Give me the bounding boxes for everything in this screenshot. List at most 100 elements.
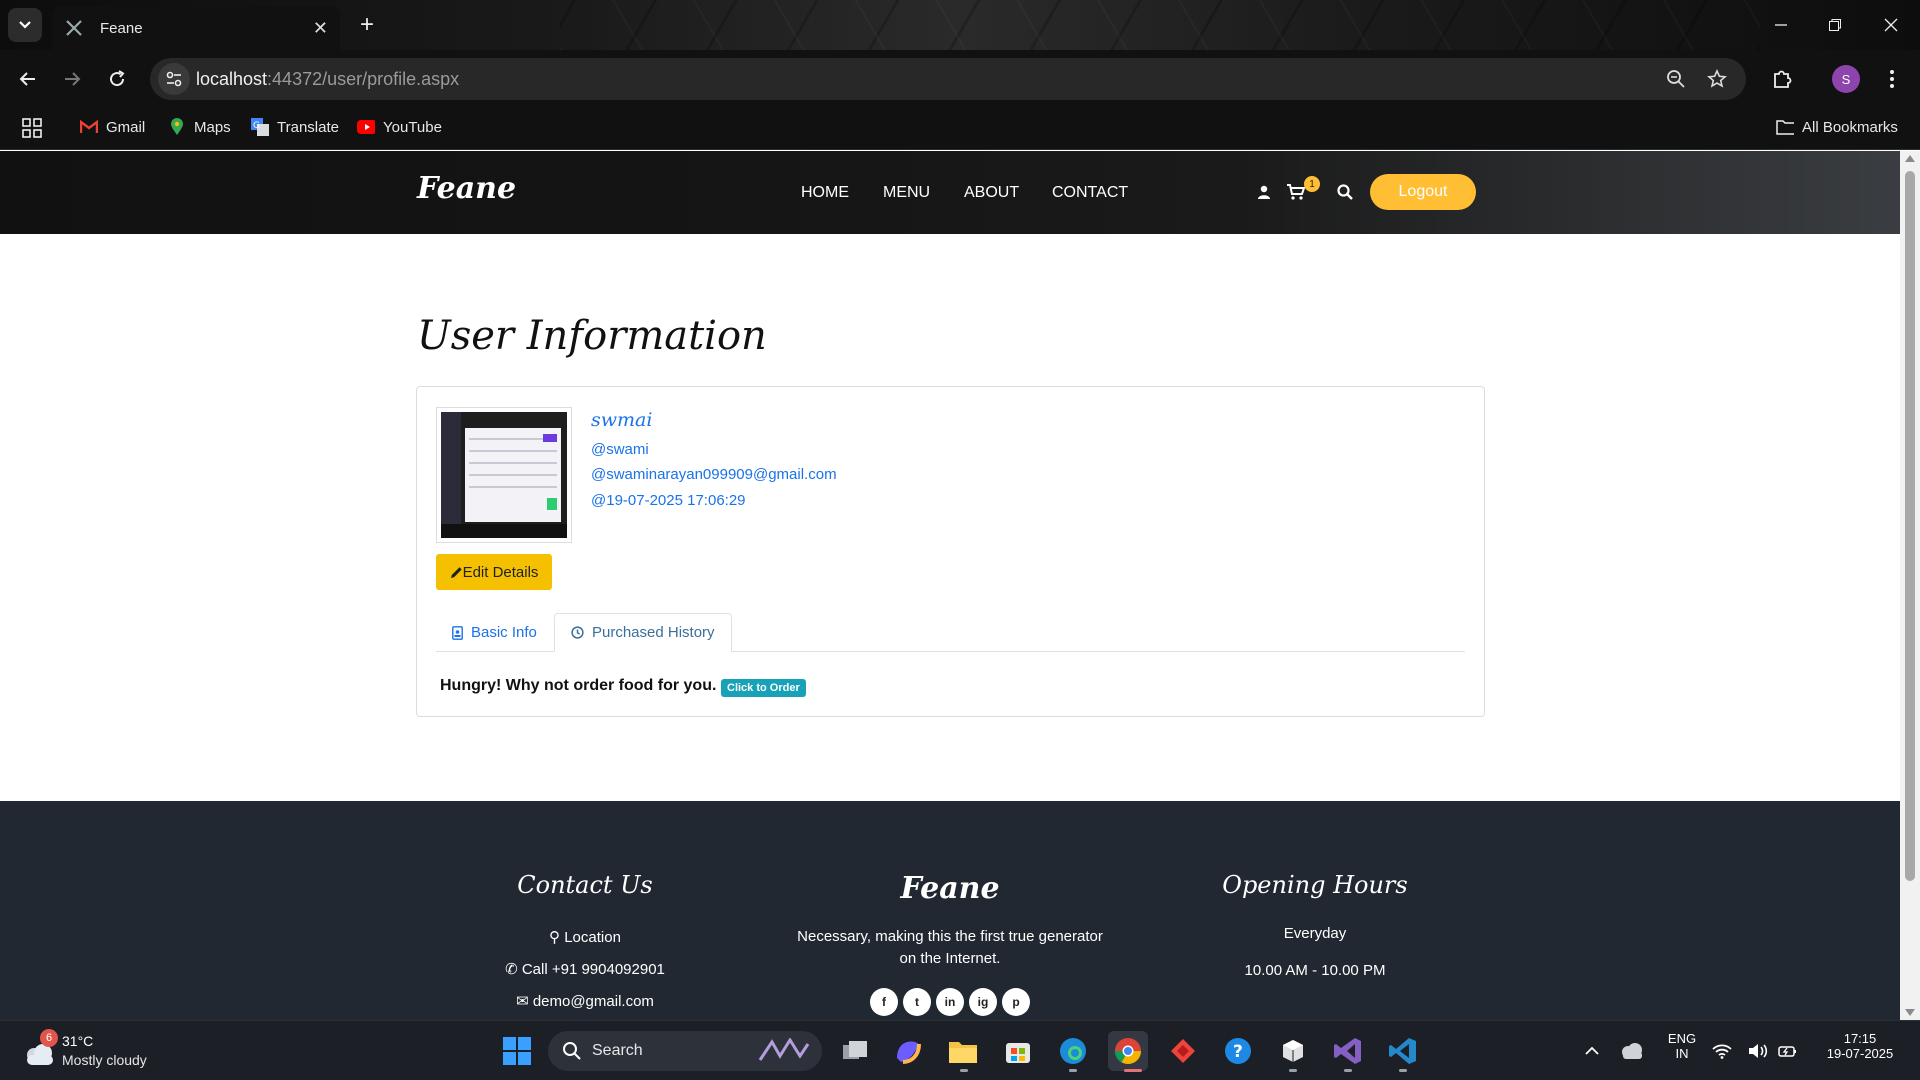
contact-email[interactable]: ✉ demo@gmail.com: [470, 992, 700, 1010]
visual-studio-icon[interactable]: [1328, 1031, 1368, 1071]
edge-icon[interactable]: [1053, 1031, 1093, 1071]
tune-icon: [166, 71, 182, 87]
minimize-button[interactable]: [1752, 0, 1810, 50]
clock-time: 17:15: [1843, 1031, 1877, 1046]
nav-about[interactable]: ABOUT: [964, 184, 1019, 202]
new-tab-button[interactable]: +: [350, 8, 384, 42]
phone-icon: ✆: [505, 961, 518, 978]
user-icon[interactable]: [1253, 181, 1275, 203]
linkedin-icon[interactable]: in: [936, 988, 964, 1016]
nav-contact[interactable]: CONTACT: [1052, 184, 1128, 202]
nav-home[interactable]: HOME: [801, 184, 849, 202]
windows-taskbar: 6 31°C Mostly cloudy Search ? ENG IN 17:…: [0, 1020, 1920, 1080]
scroll-down-arrow-icon[interactable]: [1905, 1009, 1915, 1016]
click-to-order-button[interactable]: Click to Order: [721, 679, 806, 697]
bookmark-star-icon[interactable]: [1705, 67, 1729, 91]
clock[interactable]: 17:15 19-07-2025: [1810, 1031, 1910, 1061]
bookmark-maps[interactable]: Maps: [168, 118, 231, 136]
running-indicator: [1344, 1069, 1352, 1072]
puzzle-icon: [1774, 70, 1792, 88]
bookmark-translate[interactable]: G Translate: [251, 118, 339, 136]
chrome-icon[interactable]: [1108, 1031, 1148, 1071]
facebook-icon[interactable]: f: [870, 988, 898, 1016]
hours-days: Everyday: [1283, 925, 1347, 942]
help-icon[interactable]: ?: [1218, 1031, 1258, 1071]
site-info-button[interactable]: [158, 63, 190, 95]
instagram-icon[interactable]: ig: [969, 988, 997, 1016]
back-button[interactable]: [8, 59, 48, 99]
site-logo[interactable]: Feane: [417, 171, 516, 206]
search-highlight-icon: [758, 1038, 810, 1061]
joined-date: @19-07-2025 17:06:29: [591, 492, 746, 509]
twitter-icon[interactable]: t: [903, 988, 931, 1016]
page-scrollbar[interactable]: [1900, 151, 1920, 1020]
extensions-button[interactable]: [1762, 59, 1802, 99]
username: @swami: [591, 441, 649, 458]
all-bookmarks-button[interactable]: All Bookmarks: [1776, 118, 1898, 136]
reload-button[interactable]: [97, 59, 137, 99]
footer-brand: Feane: [900, 871, 1000, 906]
tab-close-icon[interactable]: ✕: [313, 18, 328, 39]
search-icon[interactable]: [1334, 181, 1356, 203]
feane-favicon-icon: [66, 20, 82, 36]
minimize-icon: [1775, 24, 1787, 26]
wifi-icon[interactable]: [1708, 1031, 1736, 1071]
task-view-icon[interactable]: [835, 1031, 875, 1071]
maps-icon: [168, 118, 186, 136]
pinterest-icon[interactable]: p: [1002, 988, 1030, 1016]
tray-overflow-chevron-icon[interactable]: [1572, 1031, 1612, 1071]
site-header: Feane HOME MENU ABOUT CONTACT 1 Logout: [0, 151, 1900, 234]
app-box-icon[interactable]: [1273, 1031, 1313, 1071]
clock-icon: [571, 626, 584, 639]
bookmark-gmail[interactable]: Gmail: [80, 118, 145, 136]
svg-text:G: G: [253, 121, 260, 131]
taskbar-search[interactable]: Search: [548, 1031, 822, 1071]
scrollbar-thumb[interactable]: [1905, 171, 1915, 881]
tab-label: Basic Info: [471, 624, 537, 641]
microsoft-store-icon[interactable]: [998, 1031, 1038, 1071]
bookmark-youtube[interactable]: YouTube: [357, 118, 442, 136]
onedrive-cloud-icon[interactable]: [1612, 1031, 1652, 1071]
close-icon: [1884, 18, 1898, 32]
profile-avatar[interactable]: S: [1832, 65, 1860, 93]
restore-button[interactable]: [1806, 0, 1864, 50]
language-indicator[interactable]: ENG IN: [1664, 1031, 1700, 1061]
contact-location[interactable]: ⚲ Location: [470, 928, 700, 946]
volume-icon[interactable]: [1744, 1031, 1772, 1071]
restore-icon: [1829, 19, 1841, 31]
tab-label: Purchased History: [592, 624, 715, 641]
zoom-icon[interactable]: [1664, 67, 1688, 91]
anydesk-icon[interactable]: [1163, 1031, 1203, 1071]
close-window-button[interactable]: [1862, 0, 1920, 50]
file-explorer-icon[interactable]: [943, 1031, 983, 1071]
battery-icon[interactable]: [1774, 1031, 1802, 1071]
reload-icon: [110, 70, 125, 87]
location-label: Location: [564, 929, 621, 946]
email-label: demo@gmail.com: [532, 993, 654, 1010]
browser-menu-button[interactable]: [1872, 59, 1912, 99]
tab-purchased-history[interactable]: Purchased History: [554, 613, 732, 652]
copilot-icon[interactable]: [888, 1031, 928, 1071]
address-bar[interactable]: localhost:44372/user/profile.aspx: [150, 58, 1746, 100]
weather-widget[interactable]: 6 31°C Mostly cloudy: [20, 1029, 170, 1073]
forward-button[interactable]: [52, 59, 92, 99]
tab-search-button[interactable]: [8, 8, 42, 42]
running-indicator: [1399, 1069, 1407, 1072]
edit-details-button[interactable]: Edit Details: [436, 554, 552, 590]
active-tab[interactable]: Feane ✕: [52, 6, 340, 50]
tab-basic-info[interactable]: Basic Info: [436, 613, 553, 652]
nav-menu[interactable]: MENU: [883, 184, 930, 202]
envelope-icon: ✉: [516, 993, 529, 1010]
apps-button[interactable]: [22, 118, 42, 138]
windows-start-icon[interactable]: [497, 1031, 537, 1071]
url-text[interactable]: localhost:44372/user/profile.aspx: [196, 69, 459, 90]
contact-title: Contact Us: [517, 871, 653, 899]
running-indicator: [1289, 1069, 1297, 1072]
vscode-icon[interactable]: [1383, 1031, 1423, 1071]
logout-button[interactable]: Logout: [1370, 174, 1476, 210]
site-footer: Contact Us ⚲ Location ✆ Call +91 9904092…: [0, 801, 1900, 1020]
scroll-up-arrow-icon[interactable]: [1905, 155, 1915, 162]
contact-phone[interactable]: ✆ Call +91 9904092901: [470, 960, 700, 978]
active-app-indicator: [1124, 1069, 1142, 1072]
running-indicator: [960, 1069, 968, 1072]
